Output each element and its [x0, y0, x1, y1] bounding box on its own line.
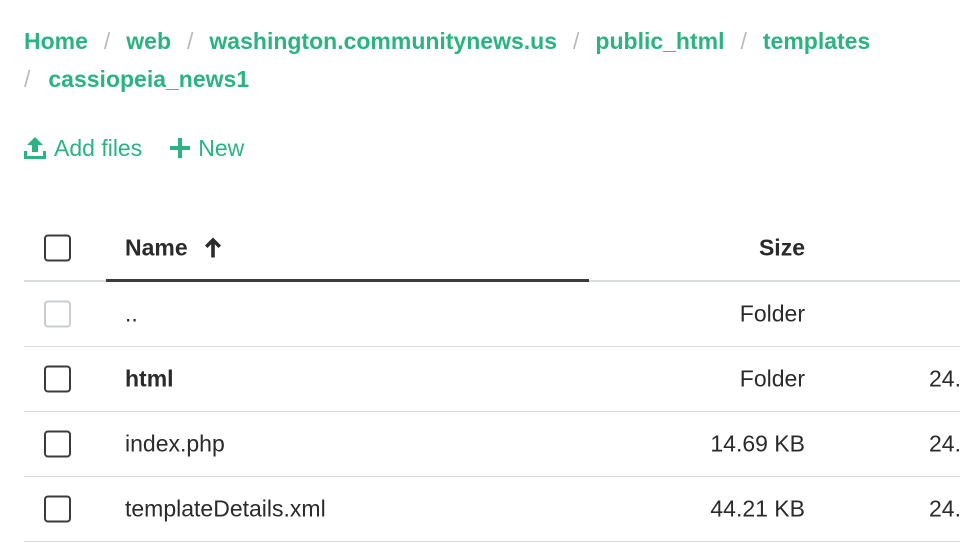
- breadcrumb-home[interactable]: Home: [24, 22, 88, 60]
- file-size: Folder: [739, 365, 805, 392]
- row-checkbox-cell: [44, 430, 71, 458]
- breadcrumb: Home / web / washington.communitynews.us…: [24, 22, 960, 98]
- plus-icon: [170, 138, 191, 158]
- file-name[interactable]: index.php: [125, 431, 225, 458]
- table-row[interactable]: .. Folder: [24, 282, 960, 347]
- new-button[interactable]: New: [168, 135, 244, 162]
- toolbar: Add files New: [22, 130, 270, 166]
- arrow-up-icon: [204, 237, 221, 258]
- row-checkbox: [44, 300, 71, 328]
- file-size: Folder: [739, 300, 805, 327]
- table-row[interactable]: html Folder 24.: [24, 347, 960, 412]
- add-files-button[interactable]: Add files: [22, 135, 142, 162]
- row-checkbox-cell: [44, 495, 71, 523]
- breadcrumb-row-1: Home / web / washington.communitynews.us…: [24, 22, 960, 60]
- breadcrumb-web[interactable]: web: [126, 22, 171, 60]
- file-date: 24.: [929, 365, 960, 392]
- breadcrumb-row-2: / cassiopeia_news1: [24, 60, 960, 98]
- row-checkbox[interactable]: [44, 430, 71, 458]
- table-row[interactable]: templateDetails.xml 44.21 KB 24.: [24, 477, 960, 542]
- breadcrumb-separator: /: [24, 66, 31, 92]
- file-name[interactable]: ..: [125, 301, 138, 328]
- new-label: New: [198, 134, 245, 161]
- file-manager-page: Home / web / washington.communitynews.us…: [0, 0, 960, 543]
- row-checkbox-cell: [44, 365, 71, 393]
- row-checkbox[interactable]: [44, 495, 71, 523]
- row-checkbox[interactable]: [44, 365, 71, 393]
- add-files-label: Add files: [54, 134, 143, 161]
- breadcrumb-current-folder[interactable]: cassiopeia_news1: [48, 60, 249, 98]
- file-date: 24.: [929, 430, 960, 457]
- table-header: Name Size: [24, 215, 960, 282]
- row-checkbox-cell: [44, 300, 71, 328]
- breadcrumb-templates[interactable]: templates: [763, 22, 870, 60]
- upload-icon: [24, 137, 46, 159]
- breadcrumb-separator: /: [187, 28, 194, 54]
- file-date: 24.: [929, 495, 960, 522]
- breadcrumb-separator: /: [740, 28, 747, 54]
- file-name[interactable]: templateDetails.xml: [125, 496, 326, 523]
- breadcrumb-public-html[interactable]: public_html: [595, 22, 724, 60]
- select-all-checkbox[interactable]: [44, 234, 71, 261]
- breadcrumb-separator: /: [103, 28, 111, 54]
- name-column-header[interactable]: Name: [125, 234, 224, 261]
- name-column-label: Name: [125, 234, 188, 260]
- select-all-cell: [44, 234, 71, 261]
- folder-name[interactable]: html: [125, 366, 174, 393]
- file-size: 44.21 KB: [710, 495, 805, 522]
- file-table: Name Size .. Folder html Folder 24. inde…: [24, 215, 960, 542]
- file-size: 14.69 KB: [710, 430, 805, 457]
- breadcrumb-domain[interactable]: washington.communitynews.us: [209, 22, 557, 60]
- size-column-header[interactable]: Size: [759, 234, 805, 261]
- name-header-content: Name: [125, 234, 224, 261]
- breadcrumb-separator: /: [573, 28, 580, 54]
- table-row[interactable]: index.php 14.69 KB 24.: [24, 412, 960, 477]
